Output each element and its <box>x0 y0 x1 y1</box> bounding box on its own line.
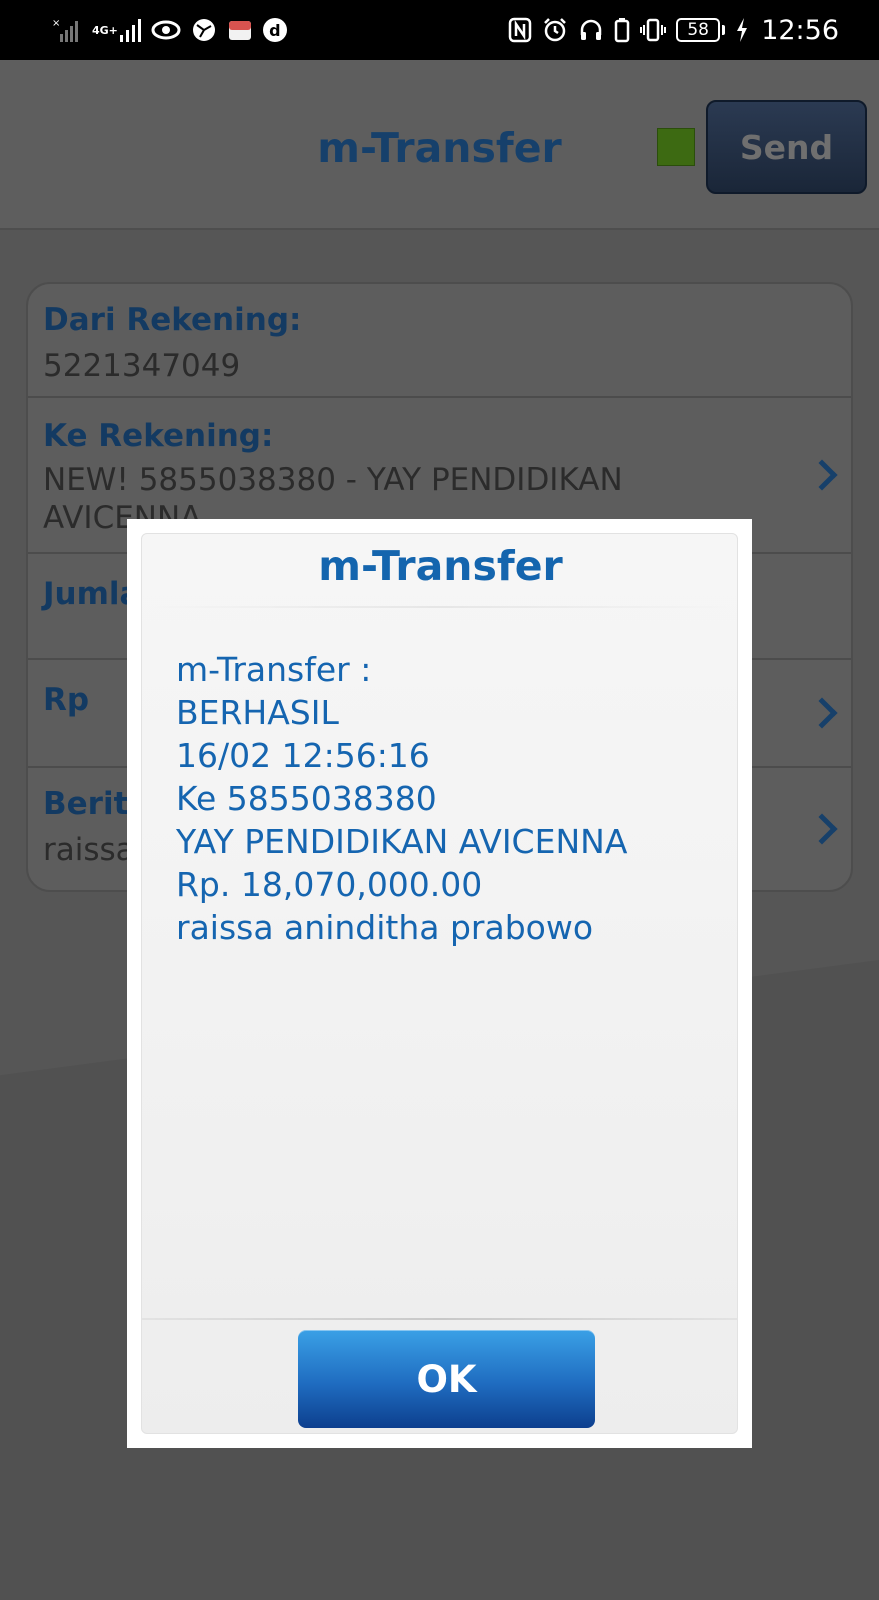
no-sim-signal-icon: × <box>52 15 82 45</box>
network-type-label: 4G+ <box>92 23 118 37</box>
message-line: Ke 5855038380 <box>176 779 437 818</box>
nfc-icon <box>508 15 532 45</box>
battery-saver-icon <box>614 15 630 45</box>
status-bar-right: 58 12:56 <box>508 15 839 46</box>
charging-icon <box>735 15 749 45</box>
from-account-row[interactable]: Dari Rekening: 5221347049 <box>28 284 851 398</box>
battery-tip <box>722 25 726 35</box>
signal-icon: 4G+ <box>92 15 141 45</box>
from-account-value: 5221347049 <box>43 348 241 384</box>
dialog-title: m-Transfer <box>318 542 563 590</box>
message-line: YAY PENDIDIKAN AVICENNA <box>176 822 628 861</box>
message-line: Rp. 18,070,000.00 <box>176 865 483 904</box>
currency-label: Rp <box>43 682 90 718</box>
message-line: raissa aninditha prabowo <box>176 908 594 947</box>
vibrate-icon <box>640 15 667 45</box>
status-bar-left: × 4G+ d <box>52 15 287 45</box>
eye-icon <box>151 15 181 45</box>
to-account-label: Ke Rekening: <box>43 418 274 454</box>
d-app-icon: d <box>262 18 287 42</box>
headphones-icon <box>578 15 604 45</box>
status-time: 12:56 <box>761 14 839 46</box>
vpn-globe-icon <box>191 15 217 45</box>
dialog-message: m-Transfer : BERHASIL 16/02 12:56:16 Ke … <box>176 648 716 949</box>
message-line: m-Transfer : <box>176 650 372 689</box>
send-button[interactable]: Send <box>706 100 867 194</box>
svg-text:×: × <box>52 18 60 29</box>
dialog-divider <box>152 606 729 608</box>
from-account-label: Dari Rekening: <box>43 302 302 338</box>
chevron-right-icon <box>806 697 838 729</box>
ok-button[interactable]: OK <box>298 1330 595 1428</box>
message-line: 16/02 12:56:16 <box>176 736 430 775</box>
alarm-icon <box>542 15 568 45</box>
chevron-right-icon <box>806 459 838 491</box>
message-line: BERHASIL <box>176 693 339 732</box>
to-account-value-line1: NEW! 5855038380 - YAY PENDIDIKAN <box>43 462 623 498</box>
dialog-content: m-Transfer m-Transfer : BERHASIL 16/02 1… <box>141 533 738 1434</box>
status-indicator <box>657 128 695 166</box>
battery-icon: 58 <box>676 18 721 42</box>
dialog-divider <box>142 1318 737 1320</box>
status-bar: × 4G+ d 58 12:56 <box>0 0 879 60</box>
result-dialog: m-Transfer m-Transfer : BERHASIL 16/02 1… <box>127 519 752 1448</box>
app-header: m-Transfer Send <box>0 60 879 230</box>
chevron-right-icon <box>806 813 838 845</box>
app-notification-icon <box>227 15 253 45</box>
